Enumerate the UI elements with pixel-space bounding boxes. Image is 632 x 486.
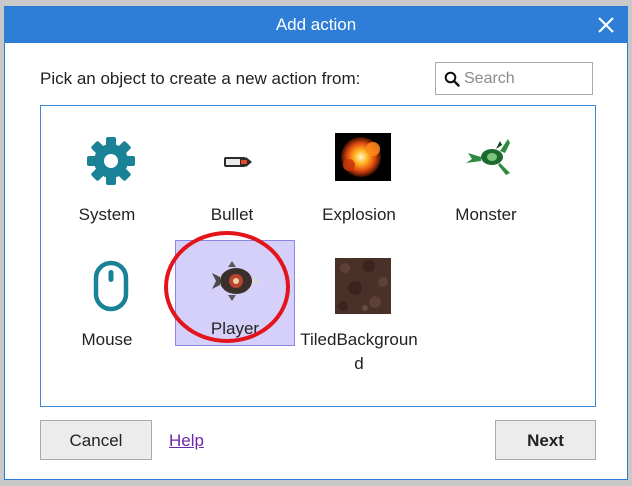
object-item-monster[interactable]: Monster <box>427 121 545 231</box>
object-label: Explosion <box>322 205 396 224</box>
add-action-dialog: Add action Pick an object to create a ne… <box>4 6 628 480</box>
help-link[interactable]: Help <box>169 431 204 451</box>
object-label: Player <box>210 319 260 338</box>
object-label: System <box>78 205 136 224</box>
object-label: Bullet <box>210 205 254 224</box>
prompt-text: Pick an object to create a new action fr… <box>40 69 361 88</box>
object-item-bullet[interactable]: Bullet <box>173 121 291 231</box>
tiled-background-icon <box>335 258 391 314</box>
dialog-title: Add action <box>275 15 357 34</box>
next-button[interactable]: Next <box>495 420 596 460</box>
search-input[interactable] <box>464 67 586 91</box>
object-label: TiledBackground <box>300 330 418 373</box>
cancel-button[interactable]: Cancel <box>40 420 152 460</box>
close-icon <box>598 17 614 33</box>
object-grid: System Bullet Explosion Monster Mouse Pl… <box>40 105 596 407</box>
player-icon <box>212 261 262 301</box>
bullet-icon <box>224 157 252 167</box>
object-item-player[interactable]: Player <box>175 240 295 346</box>
search-box[interactable] <box>435 62 593 95</box>
explosion-icon <box>335 133 391 181</box>
title-bar: Add action <box>5 7 627 43</box>
gear-icon <box>87 137 135 185</box>
close-button[interactable] <box>591 10 621 40</box>
object-item-tiledbackground[interactable]: TiledBackground <box>300 246 418 373</box>
monster-icon <box>466 139 510 175</box>
search-icon <box>444 71 460 87</box>
object-label: Mouse <box>81 330 133 349</box>
mouse-icon <box>93 260 129 312</box>
object-item-mouse[interactable]: Mouse <box>48 246 166 356</box>
object-label: Monster <box>455 205 517 224</box>
object-item-system[interactable]: System <box>48 121 166 231</box>
object-item-explosion[interactable]: Explosion <box>300 121 418 231</box>
